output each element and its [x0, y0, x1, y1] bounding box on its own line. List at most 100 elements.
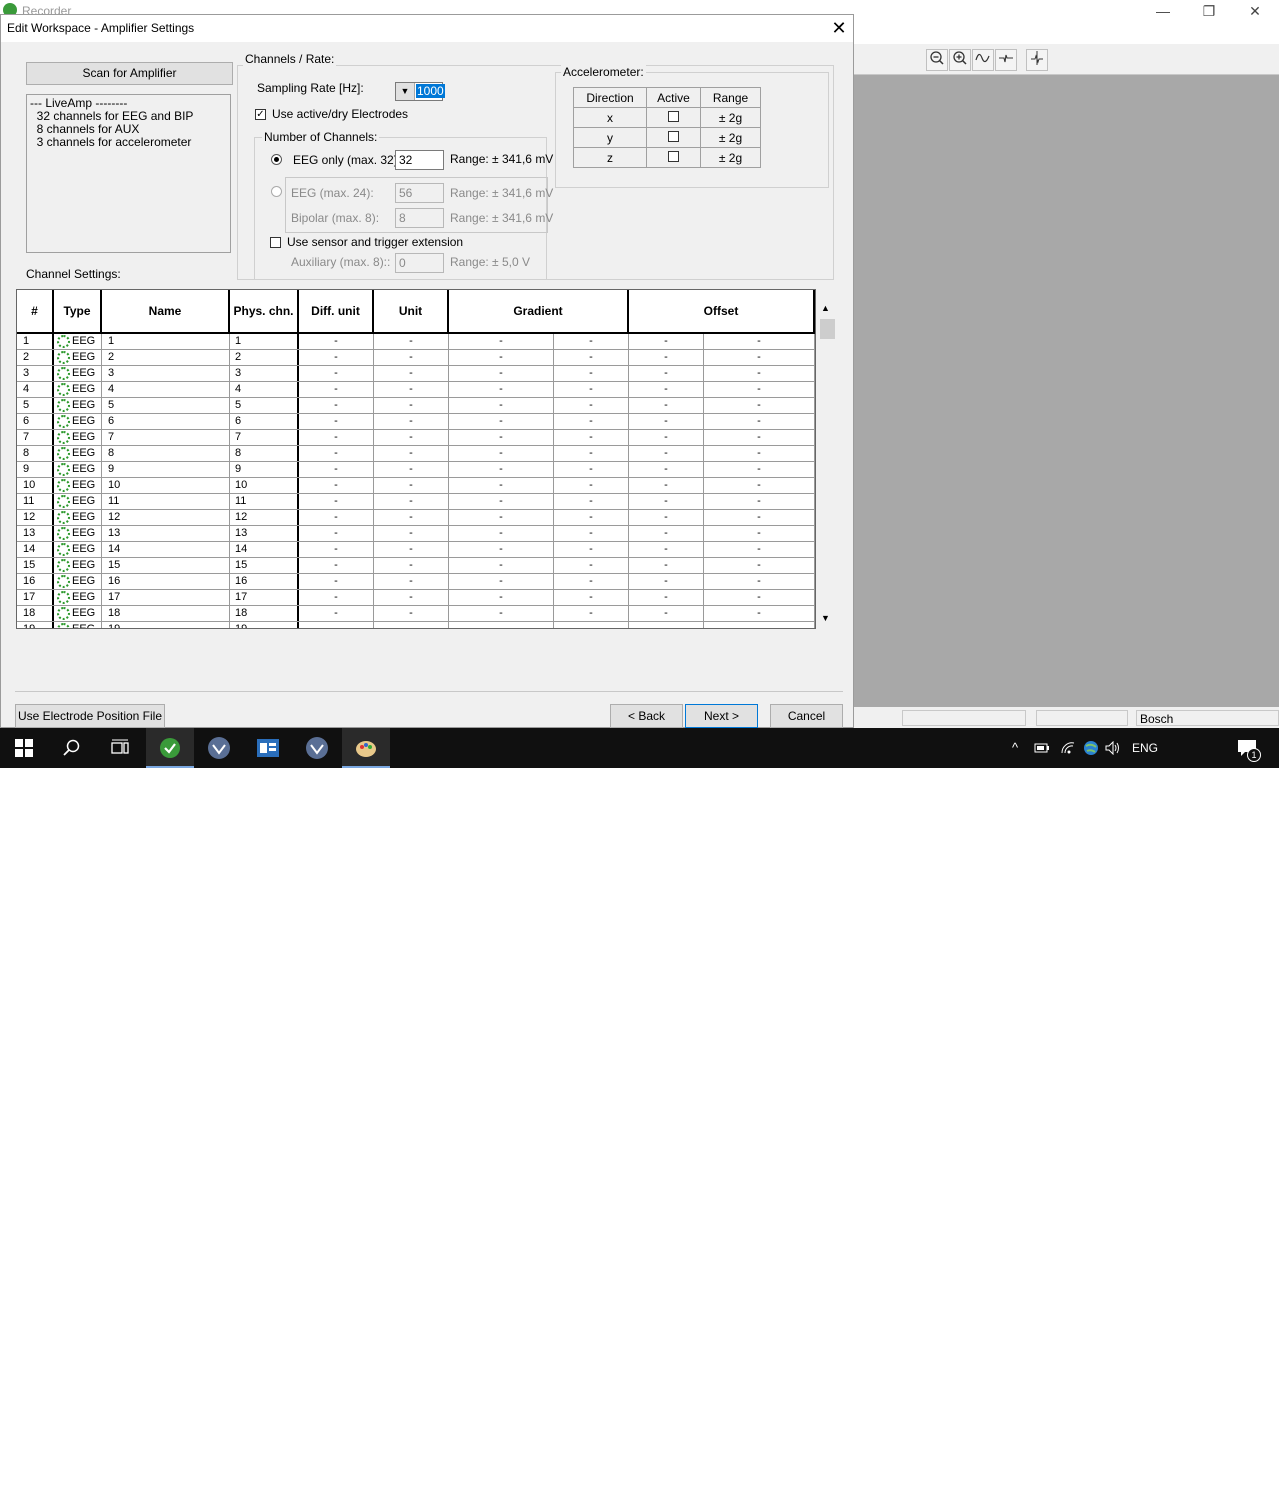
offset-cell[interactable]: - — [629, 366, 704, 381]
gradient-cell-2[interactable]: - — [554, 558, 629, 573]
offset-cell[interactable]: - — [629, 526, 704, 541]
grid-scrollbar[interactable]: ▲ ▼ — [817, 301, 838, 643]
table-row[interactable]: 10 EEG 10 10- - - - - - — [17, 478, 815, 494]
unit-cell[interactable]: - — [374, 622, 449, 628]
diff-unit-cell[interactable]: - — [299, 382, 374, 397]
type-cell[interactable]: EEG — [54, 606, 102, 621]
gradient-cell-2[interactable]: - — [554, 398, 629, 413]
phys-chn-cell[interactable]: 18 — [230, 606, 299, 621]
offset-cell-2[interactable]: - — [704, 366, 815, 381]
gradient-cell[interactable]: - — [449, 574, 554, 589]
gradient-cell-2[interactable]: - — [554, 510, 629, 525]
offset-cell-2[interactable]: - — [704, 446, 815, 461]
type-cell[interactable]: EEG — [54, 558, 102, 573]
row-number[interactable]: 5 — [17, 398, 54, 413]
type-cell[interactable]: EEG — [54, 478, 102, 493]
diff-unit-cell[interactable]: - — [299, 558, 374, 573]
row-number[interactable]: 9 — [17, 462, 54, 477]
table-row[interactable]: 4 EEG 4 4- - - - - - — [17, 382, 815, 398]
offset-cell[interactable]: - — [629, 398, 704, 413]
minimize-button[interactable]: — — [1140, 0, 1186, 24]
offset-cell-2[interactable]: - — [704, 478, 815, 493]
network-globe-icon[interactable] — [1083, 728, 1099, 768]
unit-cell[interactable]: - — [374, 606, 449, 621]
offset-cell[interactable]: - — [629, 542, 704, 557]
unit-cell[interactable]: - — [374, 366, 449, 381]
diff-unit-cell[interactable]: - — [299, 494, 374, 509]
gradient-cell[interactable]: - — [449, 478, 554, 493]
name-cell[interactable]: 18 — [102, 606, 230, 621]
row-number[interactable]: 17 — [17, 590, 54, 605]
diff-unit-cell[interactable]: - — [299, 398, 374, 413]
table-row[interactable]: 5 EEG 5 5- - - - - - — [17, 398, 815, 414]
battery-icon[interactable] — [1034, 728, 1050, 768]
table-row[interactable]: 17 EEG 17 17- - - - - - — [17, 590, 815, 606]
offset-cell-2[interactable]: - — [704, 430, 815, 445]
phys-chn-cell[interactable]: 12 — [230, 510, 299, 525]
gradient-cell[interactable]: - — [449, 606, 554, 621]
type-cell[interactable]: EEG — [54, 430, 102, 445]
scan-for-amplifier-button[interactable]: Scan for Amplifier — [26, 62, 233, 85]
row-number[interactable]: 11 — [17, 494, 54, 509]
gradient-cell[interactable]: - — [449, 334, 554, 349]
gradient-cell-2[interactable]: - — [554, 622, 629, 628]
offset-cell-2[interactable]: - — [704, 574, 815, 589]
row-number[interactable]: 2 — [17, 350, 54, 365]
name-cell[interactable]: 6 — [102, 414, 230, 429]
unit-cell[interactable]: - — [374, 590, 449, 605]
name-cell[interactable]: 8 — [102, 446, 230, 461]
use-electrode-file-button[interactable]: Use Electrode Position File — [15, 704, 165, 728]
table-row[interactable]: 15 EEG 15 15- - - - - - — [17, 558, 815, 574]
analyzer-app-icon[interactable] — [195, 728, 243, 768]
name-cell[interactable]: 12 — [102, 510, 230, 525]
channel-settings-grid[interactable]: # Type Name Phys. chn. Diff. unit Unit G… — [16, 289, 816, 629]
table-row[interactable]: 13 EEG 13 13- - - - - - — [17, 526, 815, 542]
eeg-only-radio[interactable] — [271, 154, 282, 165]
table-row[interactable]: 12 EEG 12 12- - - - - - — [17, 510, 815, 526]
gradient-cell-2[interactable]: - — [554, 542, 629, 557]
offset-cell[interactable]: - — [629, 478, 704, 493]
offset-cell[interactable]: - — [629, 558, 704, 573]
unit-cell[interactable]: - — [374, 334, 449, 349]
offset-cell-2[interactable]: - — [704, 622, 815, 628]
table-row[interactable]: 18 EEG 18 18- - - - - - — [17, 606, 815, 622]
offset-cell[interactable]: - — [629, 462, 704, 477]
offset-cell-2[interactable]: - — [704, 590, 815, 605]
offset-cell[interactable]: - — [629, 622, 704, 628]
diff-unit-cell[interactable]: - — [299, 526, 374, 541]
name-cell[interactable]: 15 — [102, 558, 230, 573]
acc-x-active-checkbox[interactable] — [668, 110, 679, 122]
sampling-rate-select[interactable]: ▼ 1000 — [395, 82, 445, 101]
name-cell[interactable]: 4 — [102, 382, 230, 397]
table-row[interactable]: 11 EEG 11 11- - - - - - — [17, 494, 815, 510]
phys-chn-cell[interactable]: 5 — [230, 398, 299, 413]
zoom-in-icon[interactable] — [949, 49, 971, 71]
name-cell[interactable]: 17 — [102, 590, 230, 605]
offset-cell[interactable]: - — [629, 382, 704, 397]
table-row[interactable]: 8 EEG 8 8- - - - - - — [17, 446, 815, 462]
diff-unit-cell[interactable]: - — [299, 414, 374, 429]
phys-chn-cell[interactable]: 8 — [230, 446, 299, 461]
gradient-cell-2[interactable]: - — [554, 334, 629, 349]
gradient-cell-2[interactable]: - — [554, 350, 629, 365]
diff-unit-cell[interactable]: - — [299, 478, 374, 493]
auxiliary-field[interactable]: 0 — [395, 253, 444, 273]
dialog-close-button[interactable]: ✕ — [827, 17, 851, 39]
name-cell[interactable]: 19 — [102, 622, 230, 628]
table-row[interactable]: 7 EEG 7 7- - - - - - — [17, 430, 815, 446]
offset-cell[interactable]: - — [629, 590, 704, 605]
volume-icon[interactable] — [1105, 728, 1121, 768]
offset-cell-2[interactable]: - — [704, 334, 815, 349]
offset-cell-2[interactable]: - — [704, 462, 815, 477]
wifi-icon[interactable] — [1060, 728, 1076, 768]
sensor-extension-checkbox[interactable] — [270, 237, 281, 248]
gradient-cell[interactable]: - — [449, 398, 554, 413]
diff-unit-cell[interactable]: - — [299, 542, 374, 557]
col-header-offset[interactable]: Offset — [629, 290, 815, 332]
unit-cell[interactable]: - — [374, 350, 449, 365]
start-icon[interactable] — [0, 728, 48, 768]
unit-cell[interactable]: - — [374, 494, 449, 509]
chevron-up-icon[interactable]: ^ — [1012, 728, 1018, 768]
offset-cell-2[interactable]: - — [704, 398, 815, 413]
table-row[interactable]: 9 EEG 9 9- - - - - - — [17, 462, 815, 478]
